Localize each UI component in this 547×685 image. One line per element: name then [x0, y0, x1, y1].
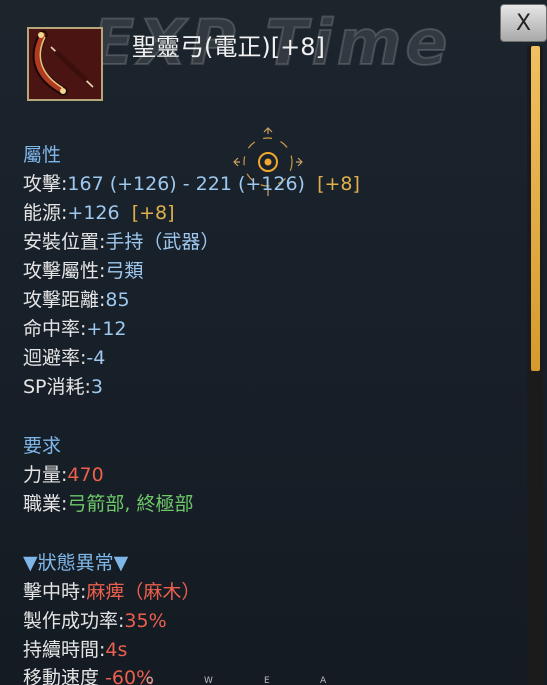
duration-value: 4s — [105, 639, 128, 661]
attack-type-row: 攻擊屬性:弓類 — [23, 259, 143, 283]
range-label: 攻擊距離: — [23, 289, 106, 311]
strength-label: 力量: — [23, 464, 68, 486]
energy-row: 能源:+126 [+8] — [23, 201, 175, 225]
attack-row: 攻擊:167 (+126) - 221 (+126) [+8] — [23, 172, 360, 196]
evade-row: 迴避率:-4 — [23, 346, 105, 370]
success-rate-label: 製作成功率: — [23, 610, 125, 632]
hit-rate-row: 命中率:+12 — [23, 317, 127, 341]
energy-enhance: [+8] — [131, 202, 175, 224]
hit-rate-label: 命中率: — [23, 318, 87, 340]
hotkey-hint-bar: Q W E A — [0, 676, 547, 685]
evade-value: -4 — [86, 347, 106, 369]
attack-value: 167 (+126) - 221 (+126) — [67, 173, 305, 195]
slot-row: 安裝位置:手持（武器） — [23, 230, 219, 254]
sp-cost-row: SP消耗:3 — [23, 375, 103, 399]
attack-label: 攻擊: — [23, 173, 68, 195]
evade-label: 迴避率: — [23, 347, 87, 369]
attack-type-label: 攻擊屬性: — [23, 260, 106, 282]
sp-cost-label: SP消耗: — [23, 376, 91, 398]
attack-enhance: [+8] — [317, 173, 360, 195]
success-rate-row: 製作成功率:35% — [23, 609, 167, 633]
close-button[interactable]: X — [500, 4, 547, 42]
hit-rate-value: +12 — [86, 318, 127, 340]
energy-value: +126 — [67, 202, 120, 224]
range-value: 85 — [105, 289, 130, 311]
item-name: 聖靈弓(電正)[+8] — [132, 33, 325, 61]
duration-row: 持續時間:4s — [23, 638, 127, 662]
trigger-label: 擊中時: — [23, 581, 87, 603]
strength-value: 470 — [67, 464, 104, 486]
attributes-header: 屬性 — [23, 144, 62, 166]
slot-value: 手持（武器） — [105, 231, 220, 253]
hotkey-a: A — [320, 676, 327, 685]
hotkey-w: W — [204, 676, 213, 685]
item-icon-frame — [27, 27, 103, 101]
range-row: 攻擊距離:85 — [23, 288, 130, 312]
status-header: ▼狀態異常▼ — [23, 552, 129, 574]
class-label: 職業: — [23, 493, 68, 515]
success-rate-value: 35% — [124, 610, 167, 632]
hotkey-q: Q — [146, 676, 154, 685]
class-value: 弓箭部, 終極部 — [67, 493, 194, 515]
strength-row: 力量:470 — [23, 463, 104, 487]
slot-label: 安裝位置: — [23, 231, 106, 253]
trigger-row: 擊中時:麻痺（麻木） — [23, 580, 200, 604]
duration-label: 持續時間: — [23, 639, 106, 661]
class-row: 職業:弓箭部, 終極部 — [23, 492, 194, 516]
trigger-value: 麻痺（麻木） — [86, 581, 201, 603]
bow-icon — [29, 29, 101, 99]
energy-label: 能源: — [23, 202, 68, 224]
attack-type-value: 弓類 — [105, 260, 144, 282]
hotkey-e: E — [264, 676, 270, 685]
scrollbar-thumb[interactable] — [531, 46, 540, 371]
sp-cost-value: 3 — [90, 376, 104, 398]
requirements-header: 要求 — [23, 435, 62, 457]
